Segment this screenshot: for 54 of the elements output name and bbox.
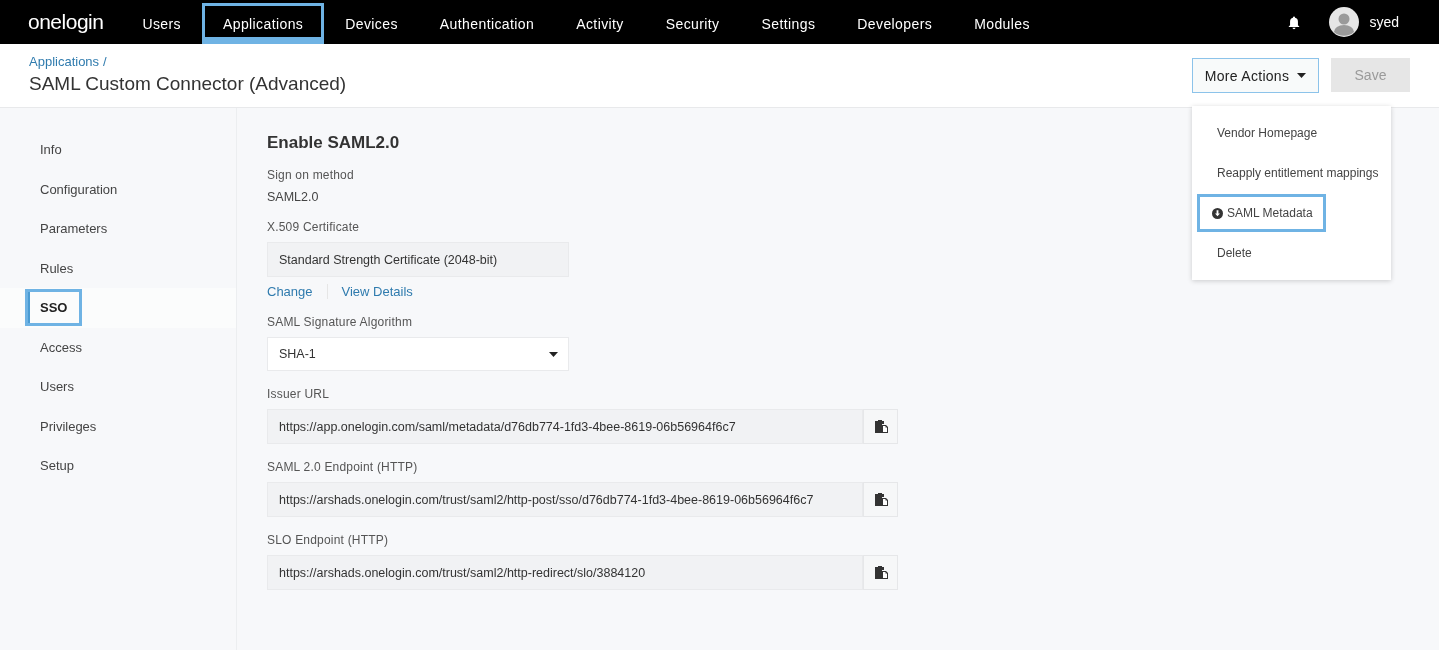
sidebar-item[interactable]: Access xyxy=(25,328,97,366)
breadcrumb-link[interactable]: Applications xyxy=(29,54,100,69)
nav-tab[interactable]: Users xyxy=(121,3,202,44)
download-icon xyxy=(1212,207,1223,219)
nav-tab[interactable]: Modules xyxy=(953,3,1051,44)
nav-tab[interactable]: Devices xyxy=(324,3,419,44)
more-actions-button[interactable]: More Actions xyxy=(1192,58,1319,93)
nav-tab[interactable]: Authentication xyxy=(418,3,556,44)
menu-item[interactable]: Reapply entitlement mappings xyxy=(1197,154,1399,192)
certificate-link[interactable]: View Details xyxy=(326,284,413,299)
field-label: SAML Signature Algorithm xyxy=(267,315,414,329)
user-name[interactable]: syed xyxy=(1369,14,1399,30)
nav-tab[interactable]: Developers xyxy=(836,3,954,44)
certificate-field: Standard Strength Certificate (2048-bit) xyxy=(267,242,569,277)
copy-button[interactable] xyxy=(863,555,898,590)
sidebar-item[interactable]: Setup xyxy=(25,447,89,485)
algorithm-select[interactable]: SHA-1 xyxy=(267,337,569,371)
nav-tab[interactable]: Settings xyxy=(740,3,837,44)
field-label: SLO Endpoint (HTTP) xyxy=(267,533,390,547)
sidebar-item[interactable]: Parameters xyxy=(25,210,123,248)
sidebar-item[interactable]: Users xyxy=(25,368,89,406)
copy-button[interactable] xyxy=(863,409,898,444)
field-label: X.509 Certificate xyxy=(267,220,361,234)
copy-icon xyxy=(873,565,888,580)
menu-item[interactable]: Vendor Homepage xyxy=(1197,114,1338,152)
url-field: https://app.onelogin.com/saml/metadata/d76db774-1fd3-4bee-8619-06b56964f6c7 xyxy=(267,409,863,444)
nav-tab[interactable]: Applications xyxy=(201,3,325,44)
sidebar-item[interactable]: Rules xyxy=(25,249,89,287)
sidebar-item[interactable]: SSO xyxy=(25,289,83,327)
bell-icon[interactable] xyxy=(1287,14,1302,30)
sidebar-item[interactable]: Info xyxy=(25,131,77,169)
url-field: https://arshads.onelogin.com/trust/saml2/http-redirect/slo/3884120 xyxy=(267,555,863,590)
menu-item[interactable]: SAML Metadata xyxy=(1197,194,1326,232)
logo[interactable]: onelogin xyxy=(28,10,104,34)
menu-item[interactable]: Delete xyxy=(1197,234,1272,272)
copy-icon xyxy=(873,419,888,434)
caret-icon xyxy=(1297,73,1307,78)
copy-button[interactable] xyxy=(863,482,898,517)
nav-tab[interactable]: Activity xyxy=(555,3,645,44)
url-field: https://arshads.onelogin.com/trust/saml2/http-post/sso/d76db774-1fd3-4bee-8619-06b56964f6c7 xyxy=(267,482,863,517)
breadcrumb-separator: / xyxy=(103,54,107,69)
avatar-icon[interactable] xyxy=(1329,7,1360,37)
section-title: Enable SAML2.0 xyxy=(267,133,401,153)
nav-tab[interactable]: Security xyxy=(644,3,741,44)
field-label: Sign on method xyxy=(267,168,355,182)
sidebar-item[interactable]: Configuration xyxy=(25,170,133,208)
field-value: SAML2.0 xyxy=(267,190,320,204)
copy-icon xyxy=(873,492,888,507)
sidebar-item[interactable]: Privileges xyxy=(25,407,112,445)
field-label: Issuer URL xyxy=(267,387,331,401)
certificate-link[interactable]: Change xyxy=(267,284,313,299)
page-title: SAML Custom Connector (Advanced) xyxy=(29,73,347,95)
caret-icon xyxy=(549,351,558,357)
field-label: SAML 2.0 Endpoint (HTTP) xyxy=(267,460,419,474)
